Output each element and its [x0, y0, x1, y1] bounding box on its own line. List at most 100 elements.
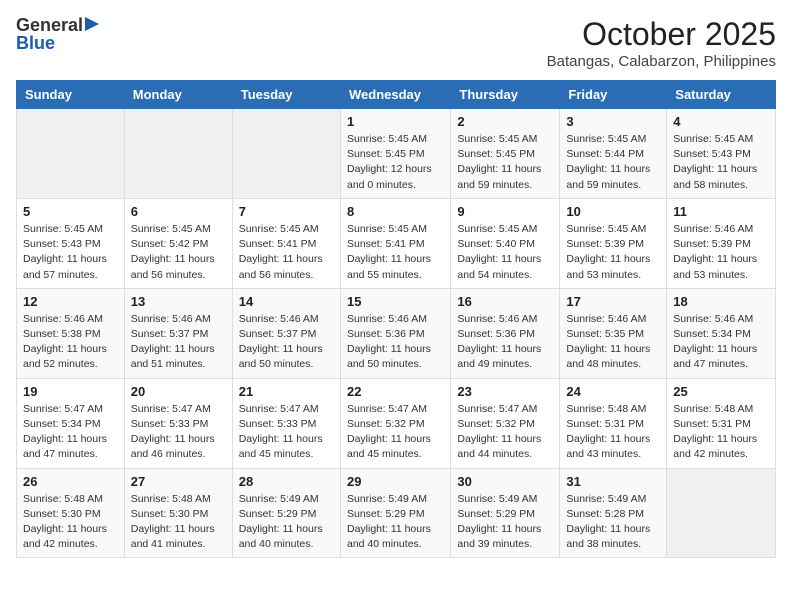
day-info: Sunrise: 5:47 AM Sunset: 5:34 PM Dayligh… [23, 402, 118, 463]
day-info: Sunrise: 5:46 AM Sunset: 5:34 PM Dayligh… [673, 312, 769, 373]
day-number: 9 [457, 204, 553, 219]
day-number: 27 [131, 474, 226, 489]
calendar-cell: 4 Sunrise: 5:45 AM Sunset: 5:43 PM Daylig… [667, 109, 776, 199]
calendar-cell: 13Sunrise: 5:46 AM Sunset: 5:37 PM Dayli… [124, 288, 232, 378]
calendar-cell: 20 Sunrise: 5:47 AM Sunset: 5:33 PM Dayli… [124, 378, 232, 468]
calendar-header-wednesday: Wednesday [340, 81, 450, 109]
day-info: Sunrise: 5:48 AM Sunset: 5:30 PM Dayligh… [131, 492, 226, 553]
calendar-cell: 12 Sunrise: 5:46 AM Sunset: 5:38 PM Dayli… [17, 288, 125, 378]
calendar-header-friday: Friday [560, 81, 667, 109]
day-number: 30 [457, 474, 553, 489]
calendar-body: 1 Sunrise: 5:45 AM Sunset: 5:45 PM Daylig… [17, 109, 776, 558]
day-number: 4 [673, 114, 769, 129]
day-number: 6 [131, 204, 226, 219]
calendar-cell: 18 Sunrise: 5:46 AM Sunset: 5:34 PM Dayli… [667, 288, 776, 378]
day-info: Sunrise: 5:47 AM Sunset: 5:32 PM Dayligh… [457, 402, 553, 463]
day-info: Sunrise: 5:45 AM Sunset: 5:39 PM Dayligh… [566, 222, 660, 283]
day-info: Sunrise: 5:46 AM Sunset: 5:38 PM Dayligh… [23, 312, 118, 373]
calendar-cell: 31 Sunrise: 5:49 AM Sunset: 5:28 PM Dayli… [560, 468, 667, 558]
location-subtitle: Batangas, Calabarzon, Philippines [547, 53, 776, 70]
day-info: Sunrise: 5:46 AM Sunset: 5:35 PM Dayligh… [566, 312, 660, 373]
calendar-cell: 11 Sunrise: 5:46 AM Sunset: 5:39 PM Dayli… [667, 198, 776, 288]
day-info: Sunrise: 5:47 AM Sunset: 5:33 PM Dayligh… [239, 402, 334, 463]
day-info: Sunrise: 5:49 AM Sunset: 5:28 PM Dayligh… [566, 492, 660, 553]
calendar-cell: 6Sunrise: 5:45 AM Sunset: 5:42 PM Daylig… [124, 198, 232, 288]
day-info: Sunrise: 5:45 AM Sunset: 5:41 PM Dayligh… [239, 222, 334, 283]
day-number: 24 [566, 384, 660, 399]
day-number: 20 [131, 384, 226, 399]
day-number: 10 [566, 204, 660, 219]
calendar-week-row: 5Sunrise: 5:45 AM Sunset: 5:43 PM Daylig… [17, 198, 776, 288]
calendar-cell: 16 Sunrise: 5:46 AM Sunset: 5:36 PM Dayli… [451, 288, 560, 378]
logo-arrow-icon [85, 17, 99, 31]
calendar-cell: 10 Sunrise: 5:45 AM Sunset: 5:39 PM Dayli… [560, 198, 667, 288]
day-info: Sunrise: 5:46 AM Sunset: 5:36 PM Dayligh… [347, 312, 444, 373]
calendar-cell: 21 Sunrise: 5:47 AM Sunset: 5:33 PM Dayli… [232, 378, 340, 468]
day-number: 2 [457, 114, 553, 129]
calendar-cell: 26Sunrise: 5:48 AM Sunset: 5:30 PM Dayli… [17, 468, 125, 558]
calendar-cell: 19 Sunrise: 5:47 AM Sunset: 5:34 PM Dayli… [17, 378, 125, 468]
calendar-cell: 23 Sunrise: 5:47 AM Sunset: 5:32 PM Dayli… [451, 378, 560, 468]
calendar-table: SundayMondayTuesdayWednesdayThursdayFrid… [16, 80, 776, 558]
calendar-cell: 7 Sunrise: 5:45 AM Sunset: 5:41 PM Daylig… [232, 198, 340, 288]
calendar-header-tuesday: Tuesday [232, 81, 340, 109]
calendar-cell: 25Sunrise: 5:48 AM Sunset: 5:31 PM Dayli… [667, 378, 776, 468]
calendar-cell: 1Sunrise: 5:45 AM Sunset: 5:45 PM Daylig… [340, 109, 450, 199]
day-number: 11 [673, 204, 769, 219]
day-number: 1 [347, 114, 444, 129]
day-info: Sunrise: 5:49 AM Sunset: 5:29 PM Dayligh… [457, 492, 553, 553]
day-number: 21 [239, 384, 334, 399]
calendar-cell: 24 Sunrise: 5:48 AM Sunset: 5:31 PM Dayli… [560, 378, 667, 468]
calendar-header-thursday: Thursday [451, 81, 560, 109]
calendar-cell [667, 468, 776, 558]
calendar-header-row: SundayMondayTuesdayWednesdayThursdayFrid… [17, 81, 776, 109]
calendar-cell: 14Sunrise: 5:46 AM Sunset: 5:37 PM Dayli… [232, 288, 340, 378]
logo-blue-text: Blue [16, 34, 55, 52]
day-info: Sunrise: 5:45 AM Sunset: 5:40 PM Dayligh… [457, 222, 553, 283]
calendar-header-monday: Monday [124, 81, 232, 109]
logo: General Blue [16, 16, 99, 52]
calendar-week-row: 1 Sunrise: 5:45 AM Sunset: 5:45 PM Daylig… [17, 109, 776, 199]
title-area: October 2025 Batangas, Calabarzon, Phili… [547, 16, 776, 70]
day-number: 15 [347, 294, 444, 309]
day-info: Sunrise: 5:49 AM Sunset: 5:29 PM Dayligh… [239, 492, 334, 553]
calendar-cell: 9 Sunrise: 5:45 AM Sunset: 5:40 PM Daylig… [451, 198, 560, 288]
day-number: 13 [131, 294, 226, 309]
calendar-cell: 29Sunrise: 5:49 AM Sunset: 5:29 PM Dayli… [340, 468, 450, 558]
day-number: 8 [347, 204, 444, 219]
day-info: Sunrise: 5:48 AM Sunset: 5:31 PM Dayligh… [566, 402, 660, 463]
day-number: 3 [566, 114, 660, 129]
calendar-cell [232, 109, 340, 199]
day-number: 7 [239, 204, 334, 219]
day-info: Sunrise: 5:46 AM Sunset: 5:36 PM Dayligh… [457, 312, 553, 373]
day-number: 16 [457, 294, 553, 309]
day-number: 19 [23, 384, 118, 399]
day-number: 23 [457, 384, 553, 399]
day-number: 28 [239, 474, 334, 489]
calendar-cell: 28 Sunrise: 5:49 AM Sunset: 5:29 PM Dayli… [232, 468, 340, 558]
day-number: 22 [347, 384, 444, 399]
page-header: General Blue October 2025 Batangas, Cala… [16, 16, 776, 70]
calendar-week-row: 26Sunrise: 5:48 AM Sunset: 5:30 PM Dayli… [17, 468, 776, 558]
calendar-header-sunday: Sunday [17, 81, 125, 109]
day-info: Sunrise: 5:46 AM Sunset: 5:37 PM Dayligh… [239, 312, 334, 373]
month-title: October 2025 [547, 16, 776, 53]
calendar-header-saturday: Saturday [667, 81, 776, 109]
day-number: 29 [347, 474, 444, 489]
day-number: 31 [566, 474, 660, 489]
calendar-cell: 3 Sunrise: 5:45 AM Sunset: 5:44 PM Daylig… [560, 109, 667, 199]
day-number: 18 [673, 294, 769, 309]
calendar-week-row: 12 Sunrise: 5:46 AM Sunset: 5:38 PM Dayli… [17, 288, 776, 378]
day-info: Sunrise: 5:45 AM Sunset: 5:44 PM Dayligh… [566, 132, 660, 193]
day-number: 25 [673, 384, 769, 399]
day-number: 17 [566, 294, 660, 309]
day-info: Sunrise: 5:45 AM Sunset: 5:43 PM Dayligh… [673, 132, 769, 193]
day-info: Sunrise: 5:46 AM Sunset: 5:39 PM Dayligh… [673, 222, 769, 283]
day-info: Sunrise: 5:47 AM Sunset: 5:32 PM Dayligh… [347, 402, 444, 463]
day-info: Sunrise: 5:47 AM Sunset: 5:33 PM Dayligh… [131, 402, 226, 463]
day-info: Sunrise: 5:45 AM Sunset: 5:45 PM Dayligh… [457, 132, 553, 193]
calendar-cell: 30 Sunrise: 5:49 AM Sunset: 5:29 PM Dayli… [451, 468, 560, 558]
calendar-cell: 22 Sunrise: 5:47 AM Sunset: 5:32 PM Dayli… [340, 378, 450, 468]
day-number: 12 [23, 294, 118, 309]
calendar-cell: 27 Sunrise: 5:48 AM Sunset: 5:30 PM Dayli… [124, 468, 232, 558]
